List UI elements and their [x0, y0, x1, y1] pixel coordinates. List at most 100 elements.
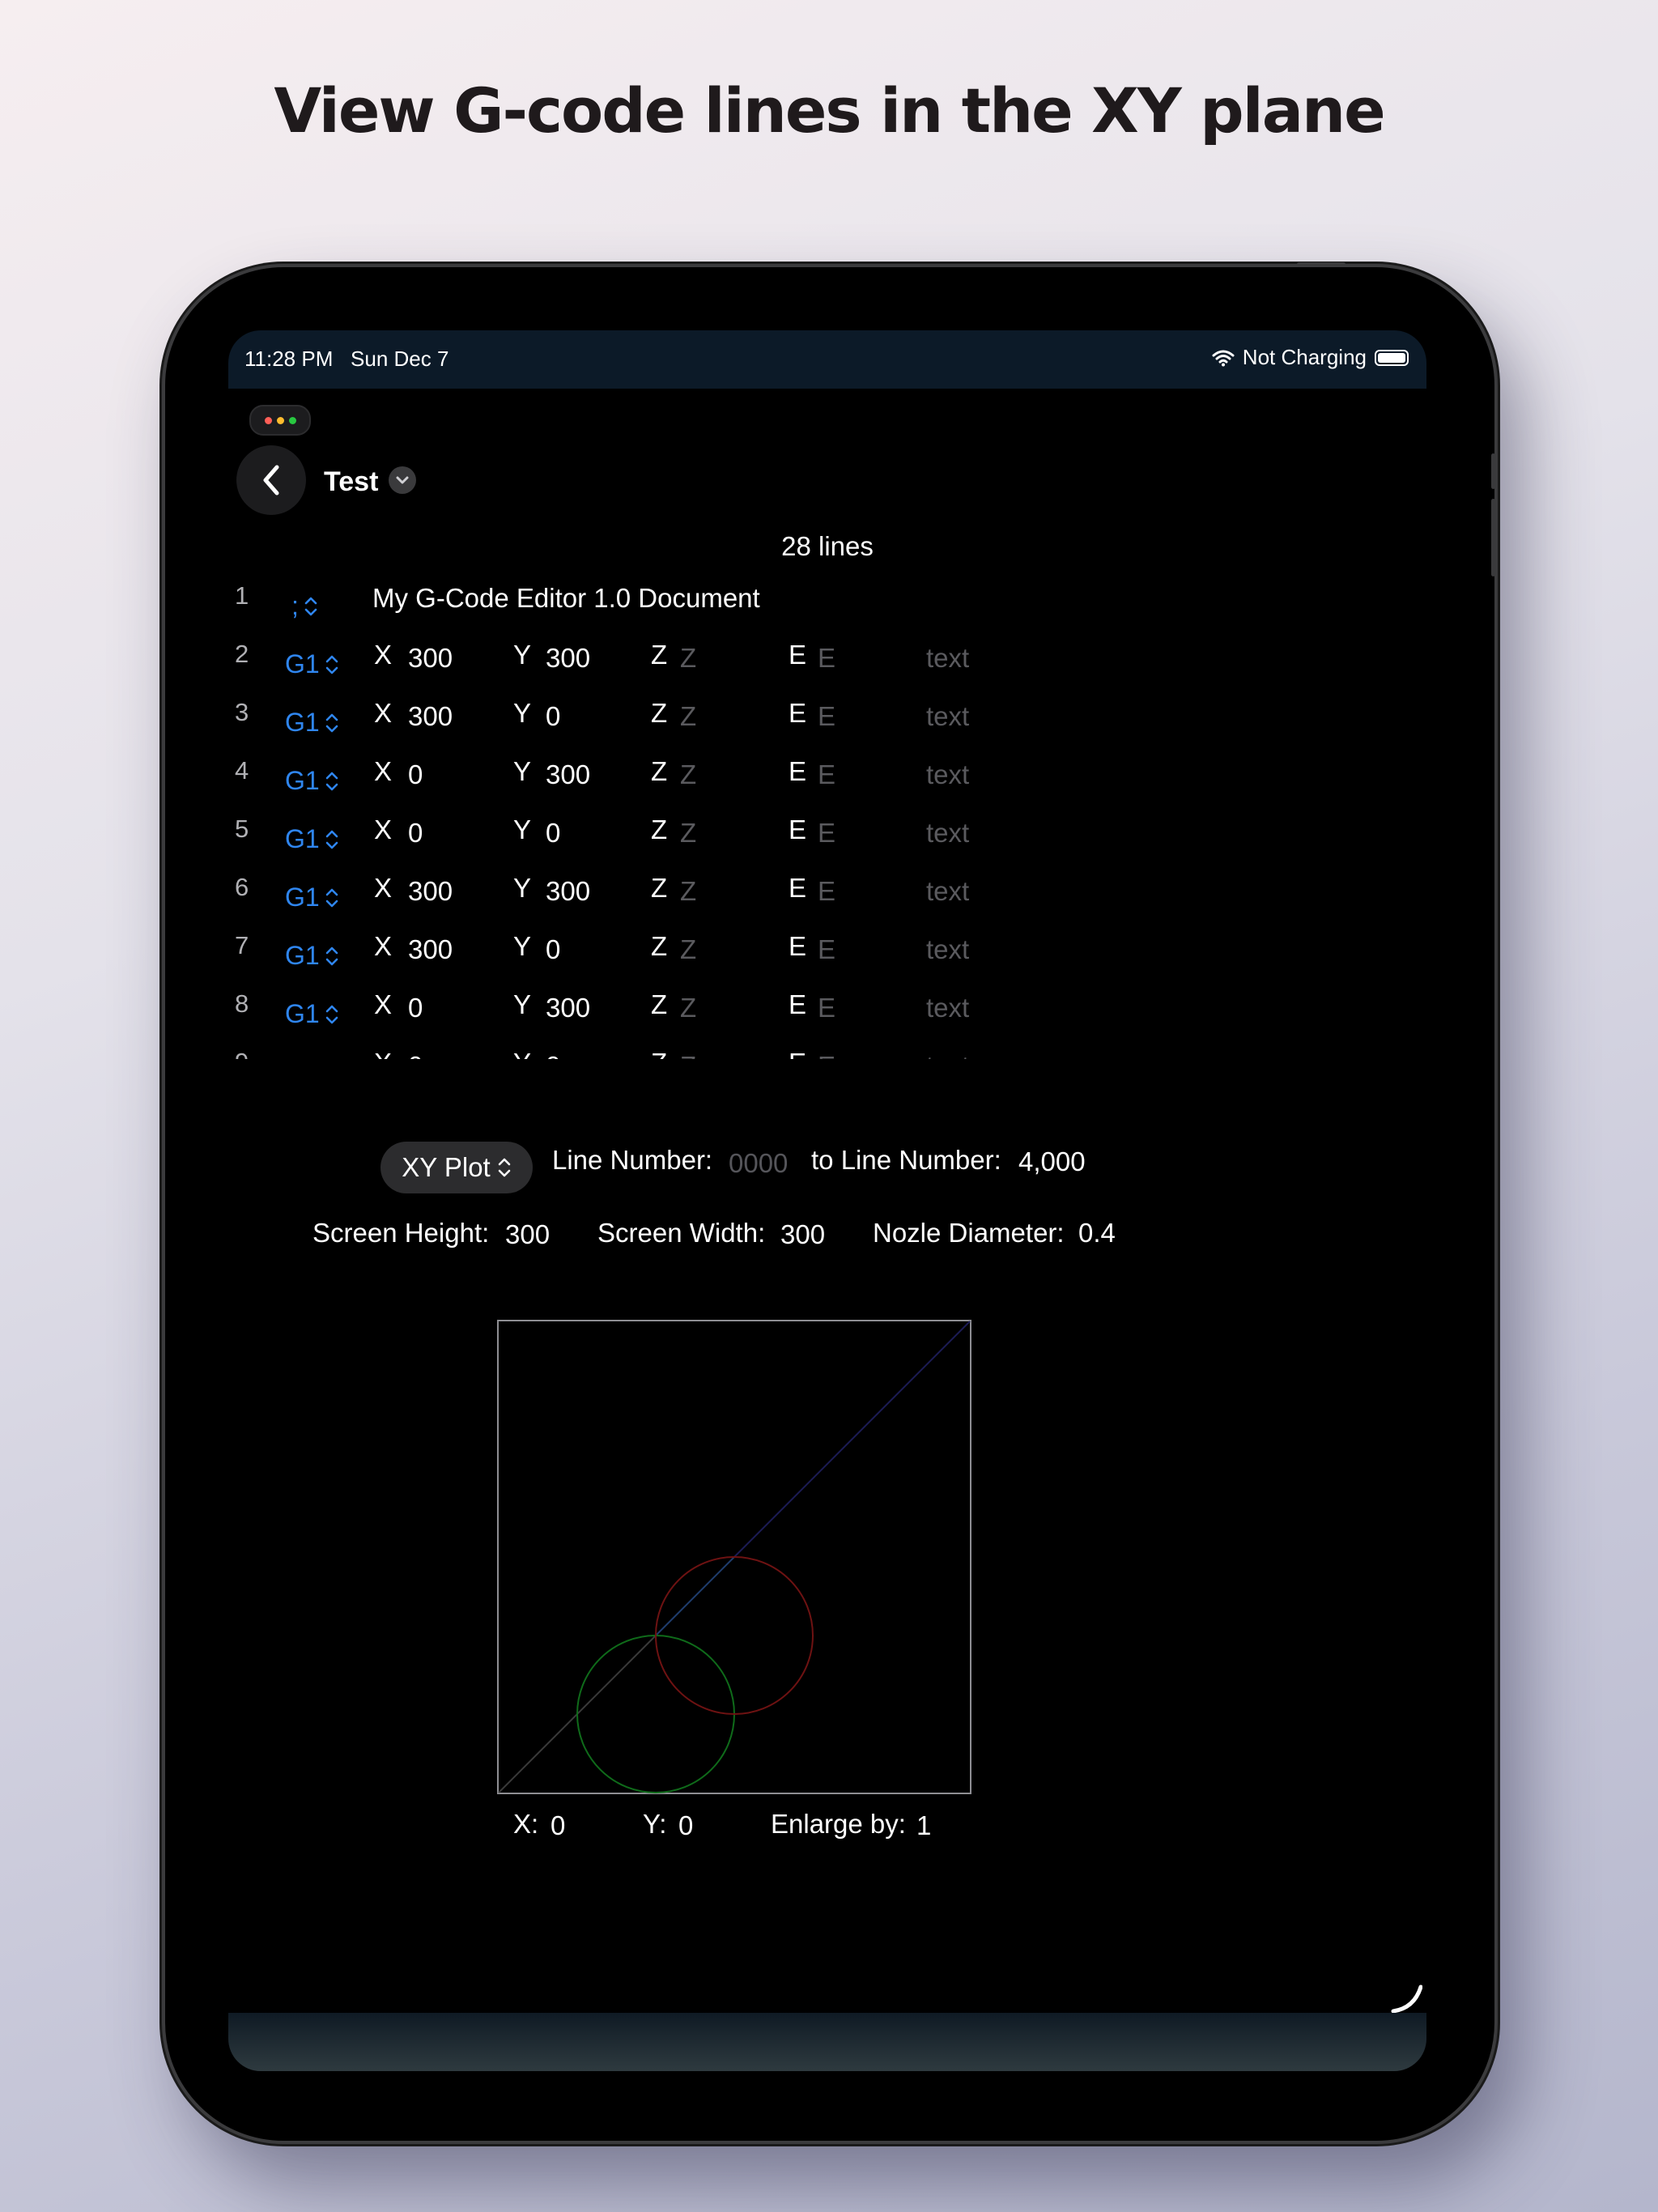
e-label: E [789, 989, 807, 1019]
window-zoom-dot[interactable] [288, 416, 296, 424]
e-field[interactable]: E [818, 876, 835, 907]
xy-plot[interactable] [497, 1320, 971, 1794]
x-field[interactable]: 0 [408, 818, 423, 849]
y-field[interactable]: 0 [546, 818, 560, 849]
code-line: G1 7 X 300 Y 0 Z Z E Etext [228, 923, 1426, 981]
x-field[interactable]: 0 [408, 759, 423, 790]
z-field[interactable]: Z [680, 993, 696, 1023]
title-menu-button[interactable] [389, 466, 416, 494]
x-field[interactable]: 0 [408, 993, 423, 1023]
command-label: G1 [285, 766, 320, 795]
e-field[interactable]: E [818, 759, 835, 790]
line-number: 6 [235, 873, 249, 901]
z-field[interactable]: Z [680, 876, 696, 907]
x-field[interactable]: 300 [408, 643, 453, 674]
z-label: Z [651, 698, 668, 728]
gcode-line-list[interactable]: 1 ; My G-Code Editor 1.0 Document G1 2 X 30… [228, 573, 1426, 1059]
back-button[interactable] [236, 445, 306, 515]
text-field[interactable]: text [926, 759, 969, 790]
y-field[interactable]: 0 [546, 1051, 560, 1059]
command-label: G1 [285, 649, 320, 678]
window-close-dot[interactable] [264, 416, 272, 424]
command-picker[interactable]: G1 [285, 708, 339, 738]
text-field[interactable]: text [926, 818, 969, 849]
plot-type-picker[interactable]: XY Plot [380, 1142, 533, 1193]
z-field[interactable]: Z [680, 701, 696, 732]
y-field[interactable]: 300 [546, 643, 590, 674]
chevron-up-down-icon [325, 655, 338, 674]
e-field[interactable]: E [818, 1051, 835, 1059]
line-number: 4 [235, 756, 249, 785]
command-picker[interactable]: G1 [285, 999, 339, 1029]
x-label: X [374, 931, 393, 961]
chevron-up-down-icon [325, 946, 338, 965]
z-label: Z [651, 1048, 667, 1059]
z-field[interactable]: Z [680, 818, 696, 849]
text-field[interactable]: text [926, 643, 969, 674]
document-title[interactable]: Test [324, 466, 378, 498]
x-label: X [374, 1048, 392, 1059]
cursor-y-value: 0 [678, 1810, 694, 1840]
command-picker[interactable]: G1 [285, 883, 339, 912]
z-field[interactable]: Z [680, 934, 696, 965]
cursor-y-label: Y: [643, 1809, 667, 1839]
z-field[interactable]: Z [680, 643, 696, 674]
y-field[interactable]: 0 [546, 934, 560, 965]
comment-text[interactable]: My G-Code Editor 1.0 Document [372, 583, 760, 614]
screen-height-label: Screen Height: [312, 1218, 490, 1248]
x-field[interactable]: 0 [408, 1051, 423, 1059]
e-field[interactable]: E [818, 993, 835, 1023]
command-picker[interactable]: G1 [285, 649, 339, 679]
code-line: G1 5 X 0 Y 0 Z Z E Etext [228, 806, 1426, 865]
command-picker[interactable]: G1 [285, 766, 339, 796]
e-label: E [789, 1048, 806, 1059]
e-field[interactable]: E [818, 701, 835, 732]
z-field[interactable]: Z [680, 759, 696, 790]
y-field[interactable]: 300 [546, 759, 590, 790]
window-controls[interactable] [249, 405, 311, 436]
enlarge-field[interactable]: 1 [916, 1810, 931, 1841]
cursor-x-label: X: [513, 1809, 539, 1839]
code-line: 1 ; My G-Code Editor 1.0 Document [228, 573, 1426, 632]
status-bar: 11:28 PM Sun Dec 7 Not Charging [228, 330, 1426, 389]
e-label: E [789, 640, 807, 670]
screen-width-field[interactable]: 300 [780, 1219, 825, 1250]
screen-height-field[interactable]: 300 [505, 1219, 550, 1250]
command-picker[interactable]: G1 [285, 941, 339, 971]
text-field[interactable]: text [926, 993, 969, 1023]
y-label: Y [513, 1048, 531, 1059]
screen-width-label: Screen Width: [597, 1218, 766, 1248]
z-label: Z [651, 931, 668, 961]
app-content: Test 28 lines 1 ; My G-Code Editor 1.0 D… [228, 389, 1426, 2014]
y-label: Y [513, 756, 532, 786]
e-field[interactable]: E [818, 643, 835, 674]
command-label: G1 [285, 999, 320, 1028]
e-field[interactable]: E [818, 818, 835, 849]
y-label: Y [513, 931, 532, 961]
text-field[interactable]: text [926, 934, 969, 965]
x-field[interactable]: 300 [408, 876, 453, 907]
y-field[interactable]: 300 [546, 993, 590, 1023]
x-label: X [374, 698, 393, 728]
y-field[interactable]: 300 [546, 876, 590, 907]
e-label: E [789, 756, 807, 786]
x-field[interactable]: 300 [408, 701, 453, 732]
command-picker[interactable]: G1 [285, 1057, 339, 1059]
text-field[interactable]: text [926, 876, 969, 907]
text-field[interactable]: text [926, 1051, 969, 1059]
e-field[interactable]: E [818, 934, 835, 965]
line-from-field[interactable]: 0000 [729, 1148, 788, 1179]
resize-handle-icon[interactable] [1390, 1982, 1422, 2014]
window-minimize-dot[interactable] [276, 416, 284, 424]
command-picker[interactable]: G1 [285, 824, 339, 854]
z-field[interactable]: Z [680, 1051, 696, 1059]
command-picker[interactable]: ; [291, 591, 318, 621]
text-field[interactable]: text [926, 701, 969, 732]
x-field[interactable]: 300 [408, 934, 453, 965]
chevron-up-down-icon [325, 772, 338, 790]
line-to-field[interactable]: 4,000 [1018, 1146, 1086, 1177]
nozzle-diameter-field[interactable]: 0.4 [1078, 1218, 1116, 1249]
line-number: 7 [235, 931, 249, 959]
line-from-label: Line Number: [552, 1145, 713, 1175]
y-field[interactable]: 0 [546, 701, 560, 732]
